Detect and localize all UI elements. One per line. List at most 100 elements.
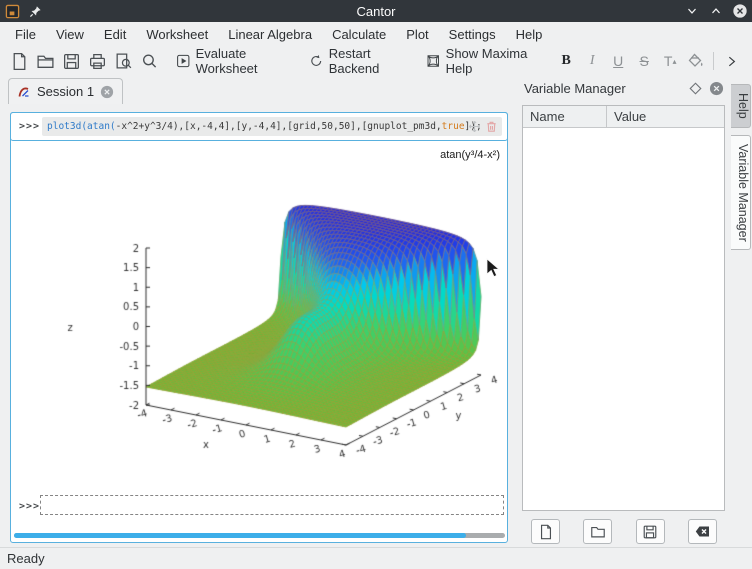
scrollbar-handle[interactable]	[14, 533, 466, 538]
plot-title: atan(y³/4-x²)	[440, 149, 500, 161]
variable-manager-panel: Variable Manager Name Value	[518, 78, 730, 545]
close-button[interactable]	[731, 3, 748, 20]
command-text: plot3d(atan(-x^2+y^3/4),[x,-4,4],[y,-4,4…	[47, 121, 482, 132]
color-fill-icon	[687, 52, 705, 70]
folder-open-icon	[36, 52, 55, 71]
command-segment: -x^2+y^3/4),[x,-4,4],[y,-4,4],[grid,50,5…	[116, 121, 442, 132]
load-variables-button[interactable]	[583, 519, 612, 544]
float-panel-icon[interactable]	[689, 82, 702, 95]
tabbar: Session 1	[0, 76, 516, 104]
menu-item-worksheet[interactable]: Worksheet	[136, 24, 218, 45]
variable-manager-title: Variable Manager	[524, 81, 626, 96]
command-input[interactable]: plot3d(atan(-x^2+y^3/4),[x,-4,4],[y,-4,4…	[42, 117, 502, 136]
chevron-up-icon	[709, 4, 723, 18]
underline-button[interactable]: U	[605, 48, 631, 74]
open-button[interactable]	[32, 48, 58, 74]
show-maxima-help-button[interactable]: Show Maxima Help	[420, 48, 542, 74]
strikethrough-button[interactable]: S	[631, 48, 657, 74]
run-icon	[176, 52, 191, 70]
variable-manager-toolbar	[518, 519, 730, 545]
edit-clear-icon	[694, 523, 711, 540]
menubar: File View Edit Worksheet Linear Algebra …	[0, 22, 752, 46]
column-header-name[interactable]: Name	[523, 106, 607, 127]
find-button[interactable]	[136, 48, 162, 74]
worksheet-view[interactable]: >>> plot3d(atan(-x^2+y^3/4),[x,-4,4],[y,…	[10, 112, 508, 543]
window-title: Cantor	[0, 4, 752, 19]
minimize-button[interactable]	[683, 3, 700, 20]
titlebar: Cantor	[0, 0, 752, 22]
side-tab-variable-manager[interactable]: Variable Manager	[731, 135, 751, 251]
save-icon	[62, 52, 81, 71]
search-icon	[140, 52, 159, 71]
session-icon	[17, 85, 31, 99]
status-text: Ready	[7, 551, 45, 566]
chevron-right-icon	[725, 55, 738, 68]
toolbar-separator	[713, 52, 714, 70]
delete-entry-icon[interactable]	[485, 120, 498, 133]
plot-result: atan(y³/4-x²)	[56, 140, 506, 474]
print-preview-icon	[114, 52, 133, 71]
restart-icon	[309, 52, 323, 70]
font-size-button[interactable]: T▴	[657, 48, 683, 74]
clear-variables-button[interactable]	[688, 519, 717, 544]
side-tab-strip: Help Variable Manager	[731, 84, 751, 250]
column-header-value[interactable]: Value	[607, 106, 724, 127]
tab-session-label: Session 1	[37, 84, 94, 99]
save-button[interactable]	[58, 48, 84, 74]
text-color-button[interactable]	[683, 48, 709, 74]
toolbar: Evaluate Worksheet Restart Backend Show …	[0, 46, 752, 76]
print-preview-button[interactable]	[110, 48, 136, 74]
command-entry-empty[interactable]	[40, 495, 504, 515]
document-new-icon	[10, 52, 29, 71]
variable-table: Name Value	[522, 105, 725, 511]
restart-backend-button[interactable]: Restart Backend	[303, 48, 412, 74]
menu-item-help[interactable]: Help	[506, 24, 553, 45]
print-icon	[88, 52, 107, 71]
new-variable-button[interactable]	[531, 519, 560, 544]
command-segment: true	[442, 121, 465, 132]
font-size-arrow: ▴	[672, 57, 676, 66]
menu-item-plot[interactable]: Plot	[396, 24, 438, 45]
maxima-help-icon	[426, 52, 441, 70]
evaluate-worksheet-label: Evaluate Worksheet	[196, 46, 290, 76]
print-button[interactable]	[84, 48, 110, 74]
side-tab-help[interactable]: Help	[731, 84, 751, 128]
maximize-button[interactable]	[707, 3, 724, 20]
menu-item-calculate[interactable]: Calculate	[322, 24, 396, 45]
entry-actions	[468, 120, 498, 133]
menu-item-linear-algebra[interactable]: Linear Algebra	[218, 24, 322, 45]
menu-item-settings[interactable]: Settings	[439, 24, 506, 45]
tab-close-icon[interactable]	[100, 85, 114, 99]
toolbar-overflow-button[interactable]	[718, 48, 744, 74]
statusbar: Ready	[0, 547, 752, 569]
close-icon	[732, 3, 748, 19]
italic-button[interactable]: I	[579, 48, 605, 74]
plot3d-canvas	[56, 140, 506, 474]
save-icon	[642, 524, 658, 540]
command-prompt: >>>	[19, 121, 40, 132]
folder-open-icon	[590, 524, 606, 540]
menu-item-file[interactable]: File	[5, 24, 46, 45]
next-command-prompt: >>>	[19, 501, 40, 512]
window-controls	[683, 0, 748, 22]
save-variables-button[interactable]	[636, 519, 665, 544]
bold-button[interactable]: B	[553, 48, 579, 74]
font-size-glyph: T	[664, 53, 673, 69]
menu-item-view[interactable]: View	[46, 24, 94, 45]
command-segment: plot3d(atan(	[47, 121, 116, 132]
variable-table-header: Name Value	[523, 106, 724, 128]
show-maxima-help-label: Show Maxima Help	[446, 46, 536, 76]
tab-session-1[interactable]: Session 1	[8, 78, 123, 104]
variable-manager-header: Variable Manager	[518, 78, 730, 100]
document-new-icon	[538, 524, 554, 540]
horizontal-scrollbar[interactable]	[14, 533, 505, 538]
new-worksheet-button[interactable]	[6, 48, 32, 74]
cantor-window: Cantor File View Edit Worksheet Linear A…	[0, 0, 752, 569]
chevron-down-icon	[685, 4, 699, 18]
restart-backend-label: Restart Backend	[329, 46, 406, 76]
menu-item-edit[interactable]: Edit	[94, 24, 136, 45]
close-panel-icon[interactable]	[709, 81, 724, 96]
command-entry-active[interactable]: >>> plot3d(atan(-x^2+y^3/4),[x,-4,4],[y,…	[10, 112, 508, 141]
drag-handle-icon[interactable]	[468, 120, 481, 133]
evaluate-worksheet-button[interactable]: Evaluate Worksheet	[170, 48, 295, 74]
